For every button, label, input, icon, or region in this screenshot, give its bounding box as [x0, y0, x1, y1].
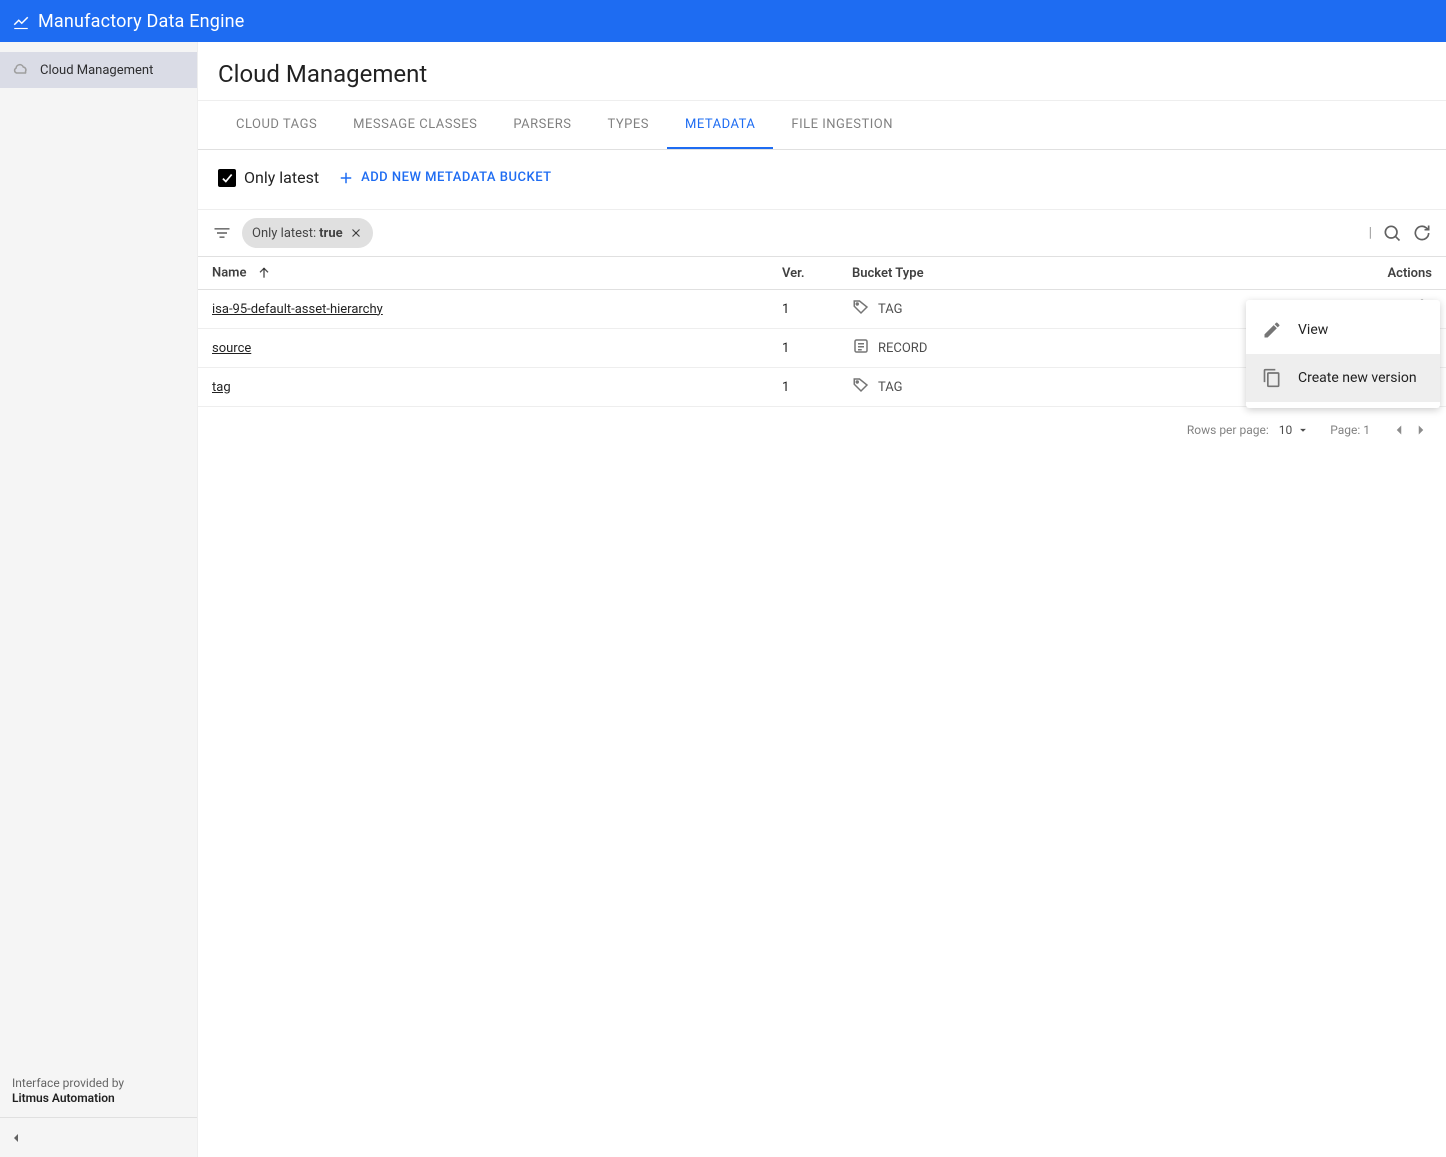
sidebar-collapse-button[interactable]	[0, 1117, 197, 1157]
sort-asc-icon	[256, 265, 272, 281]
menu-item-create-new-version[interactable]: Create new version	[1246, 354, 1440, 402]
tab-file-ingestion[interactable]: FILE INGESTION	[773, 101, 911, 149]
pagination: Rows per page: 10 Page: 1	[198, 407, 1446, 453]
app-bar: Manufactory Data Engine	[0, 0, 1446, 42]
col-header-bucket-type[interactable]: Bucket Type	[838, 257, 1366, 290]
filter-bar: Only latest: true |	[198, 209, 1446, 257]
tag-icon	[852, 298, 870, 320]
provided-by-label: Interface provided by	[12, 1076, 185, 1092]
tab-metadata[interactable]: METADATA	[667, 101, 773, 149]
checkbox-box-icon	[218, 169, 236, 187]
app-title: Manufactory Data Engine	[38, 11, 245, 32]
filter-icon[interactable]	[212, 223, 232, 243]
search-button[interactable]	[1382, 223, 1402, 243]
col-name-label: Name	[212, 265, 246, 280]
add-metadata-bucket-button[interactable]: ADD NEW METADATA BUCKET	[337, 169, 552, 187]
tab-message-classes[interactable]: MESSAGE CLASSES	[335, 101, 495, 149]
main-content: Cloud Management CLOUD TAGS MESSAGE CLAS…	[198, 42, 1446, 1157]
row-name-link[interactable]: tag	[212, 380, 231, 395]
sidebar-footer: Interface provided by Litmus Automation	[0, 1066, 197, 1117]
menu-item-view-label: View	[1298, 322, 1328, 338]
record-icon	[852, 337, 870, 359]
sidebar-item-label: Cloud Management	[40, 63, 153, 78]
plus-icon	[337, 169, 355, 187]
tab-types[interactable]: TYPES	[590, 101, 667, 149]
chevron-left-icon	[8, 1130, 24, 1146]
row-version: 1	[768, 290, 838, 329]
col-header-actions: Actions	[1366, 257, 1446, 290]
refresh-icon	[1412, 223, 1432, 243]
sidebar-item-cloud-management[interactable]: Cloud Management	[0, 52, 197, 88]
refresh-button[interactable]	[1412, 223, 1432, 243]
col-header-ver[interactable]: Ver.	[768, 257, 838, 290]
cloud-icon	[12, 61, 30, 79]
row-name-link[interactable]: isa-95-default-asset-hierarchy	[212, 302, 383, 317]
only-latest-label: Only latest	[244, 168, 319, 187]
row-name-link[interactable]: source	[212, 341, 251, 356]
tabs: CLOUD TAGS MESSAGE CLASSES PARSERS TYPES…	[198, 101, 1446, 150]
page-indicator: Page: 1	[1330, 423, 1370, 437]
dropdown-arrow-icon	[1296, 423, 1310, 437]
page-title: Cloud Management	[218, 60, 1426, 88]
row-actions-menu: View Create new version	[1246, 300, 1440, 408]
add-button-label: ADD NEW METADATA BUCKET	[361, 170, 552, 185]
tab-cloud-tags[interactable]: CLOUD TAGS	[218, 101, 335, 149]
separator: |	[1369, 225, 1372, 241]
provider-company: Litmus Automation	[12, 1091, 185, 1107]
rows-per-page-label: Rows per page:	[1187, 423, 1269, 437]
menu-item-create-label: Create new version	[1298, 370, 1417, 386]
search-icon	[1382, 223, 1402, 243]
copy-icon	[1262, 368, 1282, 388]
sidebar: Cloud Management Interface provided by L…	[0, 42, 198, 1157]
tab-parsers[interactable]: PARSERS	[495, 101, 589, 149]
tag-icon	[852, 376, 870, 398]
only-latest-checkbox[interactable]: Only latest	[218, 168, 319, 187]
page-prev-button[interactable]	[1390, 421, 1408, 439]
row-version: 1	[768, 329, 838, 368]
logo-icon	[12, 12, 30, 30]
pencil-icon	[1262, 320, 1282, 340]
chip-remove-button[interactable]	[349, 226, 363, 240]
chip-label: Only latest:	[252, 226, 316, 241]
rows-per-page-select[interactable]: 10	[1279, 423, 1311, 437]
page-next-button[interactable]	[1412, 421, 1430, 439]
filter-chip-only-latest[interactable]: Only latest: true	[242, 218, 373, 248]
menu-item-view[interactable]: View	[1246, 306, 1440, 354]
rows-per-page-value: 10	[1279, 423, 1293, 437]
toolbar: Only latest ADD NEW METADATA BUCKET	[198, 150, 1446, 209]
col-header-name[interactable]: Name	[198, 257, 768, 290]
chip-value: true	[319, 226, 342, 241]
close-icon	[349, 226, 363, 240]
row-version: 1	[768, 368, 838, 407]
